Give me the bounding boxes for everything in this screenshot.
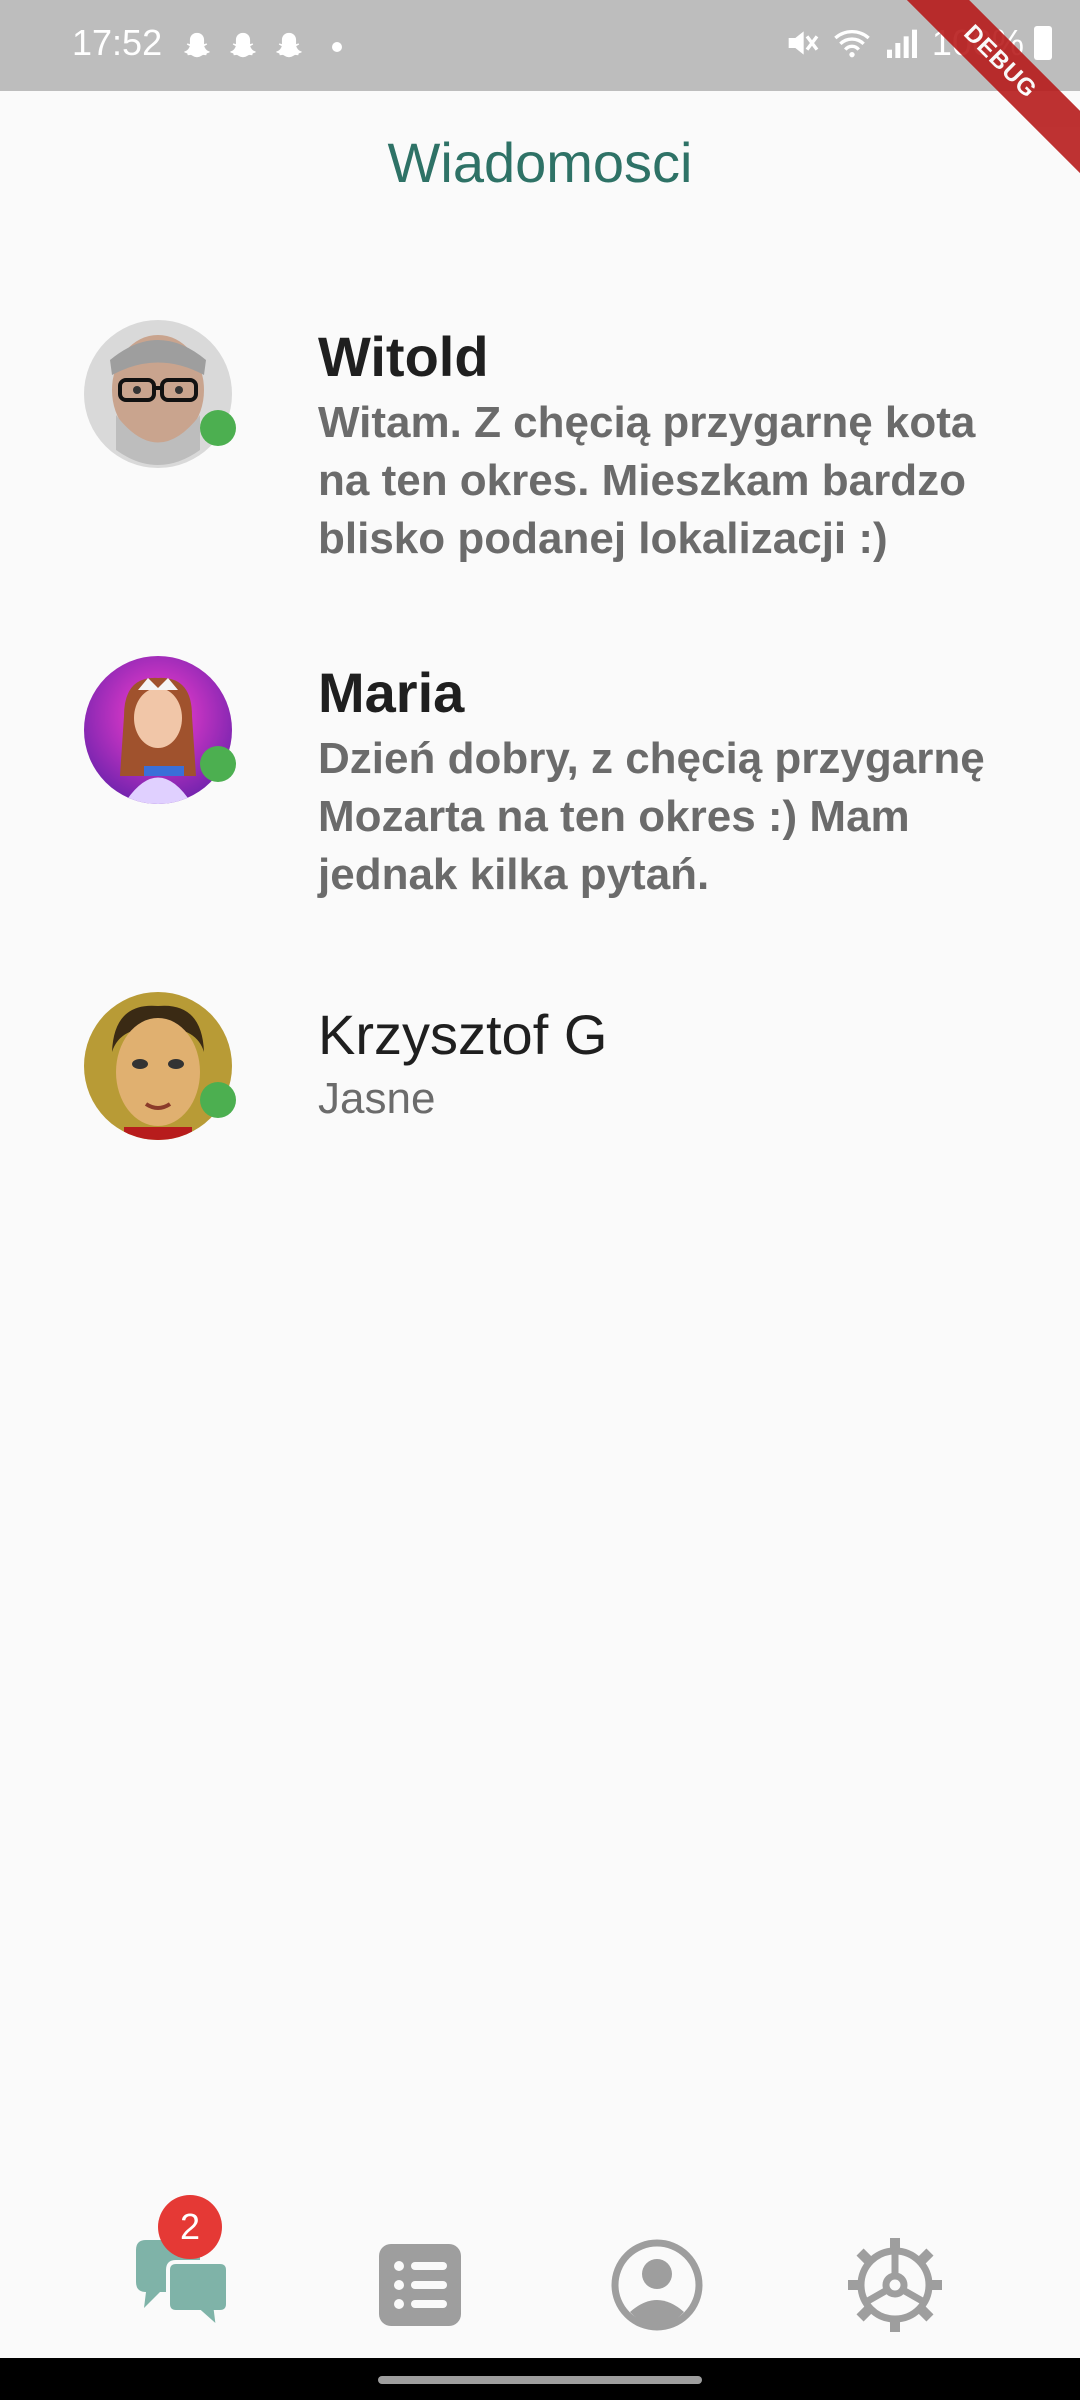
page-title: Wiadomosci xyxy=(387,131,693,194)
nav-profile[interactable] xyxy=(602,2230,712,2340)
snapchat-icon xyxy=(184,32,210,58)
last-message: Dzień dobry, z chęcią przygarnę Mozarta … xyxy=(318,734,985,899)
snapchat-icon xyxy=(230,32,256,58)
avatar xyxy=(84,992,232,1140)
snapchat-icon xyxy=(276,32,302,58)
profile-icon xyxy=(611,2239,703,2331)
signal-icon xyxy=(886,29,917,58)
conversation-item-witold[interactable]: Witold Witam. Z chęcią przygarnę kota na… xyxy=(0,300,1080,580)
wifi-icon xyxy=(834,30,870,58)
status-bar: 17:52 100% DEBUG xyxy=(0,0,1080,184)
online-status-dot xyxy=(200,1082,236,1118)
list-icon xyxy=(379,2244,461,2326)
home-gesture-pill[interactable] xyxy=(378,2376,702,2384)
conversation-item-maria[interactable]: Maria Dzień dobry, z chęcią przygarnę Mo… xyxy=(0,636,1080,916)
online-status-dot xyxy=(200,410,236,446)
system-gesture-bar xyxy=(0,2358,1080,2400)
last-message: Witam. Z chęcią przygarnę kota na ten ok… xyxy=(318,398,976,563)
settings-icon xyxy=(848,2238,942,2332)
status-time: 17:52 xyxy=(72,22,163,63)
avatar xyxy=(84,320,232,468)
bottom-navigation xyxy=(0,2180,1080,2360)
battery-icon xyxy=(1034,26,1052,60)
online-status-dot xyxy=(200,746,236,782)
more-notifications-dot xyxy=(332,42,342,52)
contact-name: Witold xyxy=(318,325,489,388)
contact-name: Krzysztof G xyxy=(318,1003,608,1066)
mute-icon xyxy=(788,31,819,55)
contact-name: Maria xyxy=(318,661,465,724)
notification-icons xyxy=(180,30,342,64)
nav-settings[interactable] xyxy=(840,2230,950,2340)
last-message: Jasne xyxy=(318,1074,436,1123)
unread-badge: 2 xyxy=(158,2195,222,2259)
avatar xyxy=(84,656,232,804)
nav-list[interactable] xyxy=(365,2230,475,2340)
conversation-item-krzysztof[interactable]: Krzysztof G Jasne xyxy=(0,972,1080,1252)
